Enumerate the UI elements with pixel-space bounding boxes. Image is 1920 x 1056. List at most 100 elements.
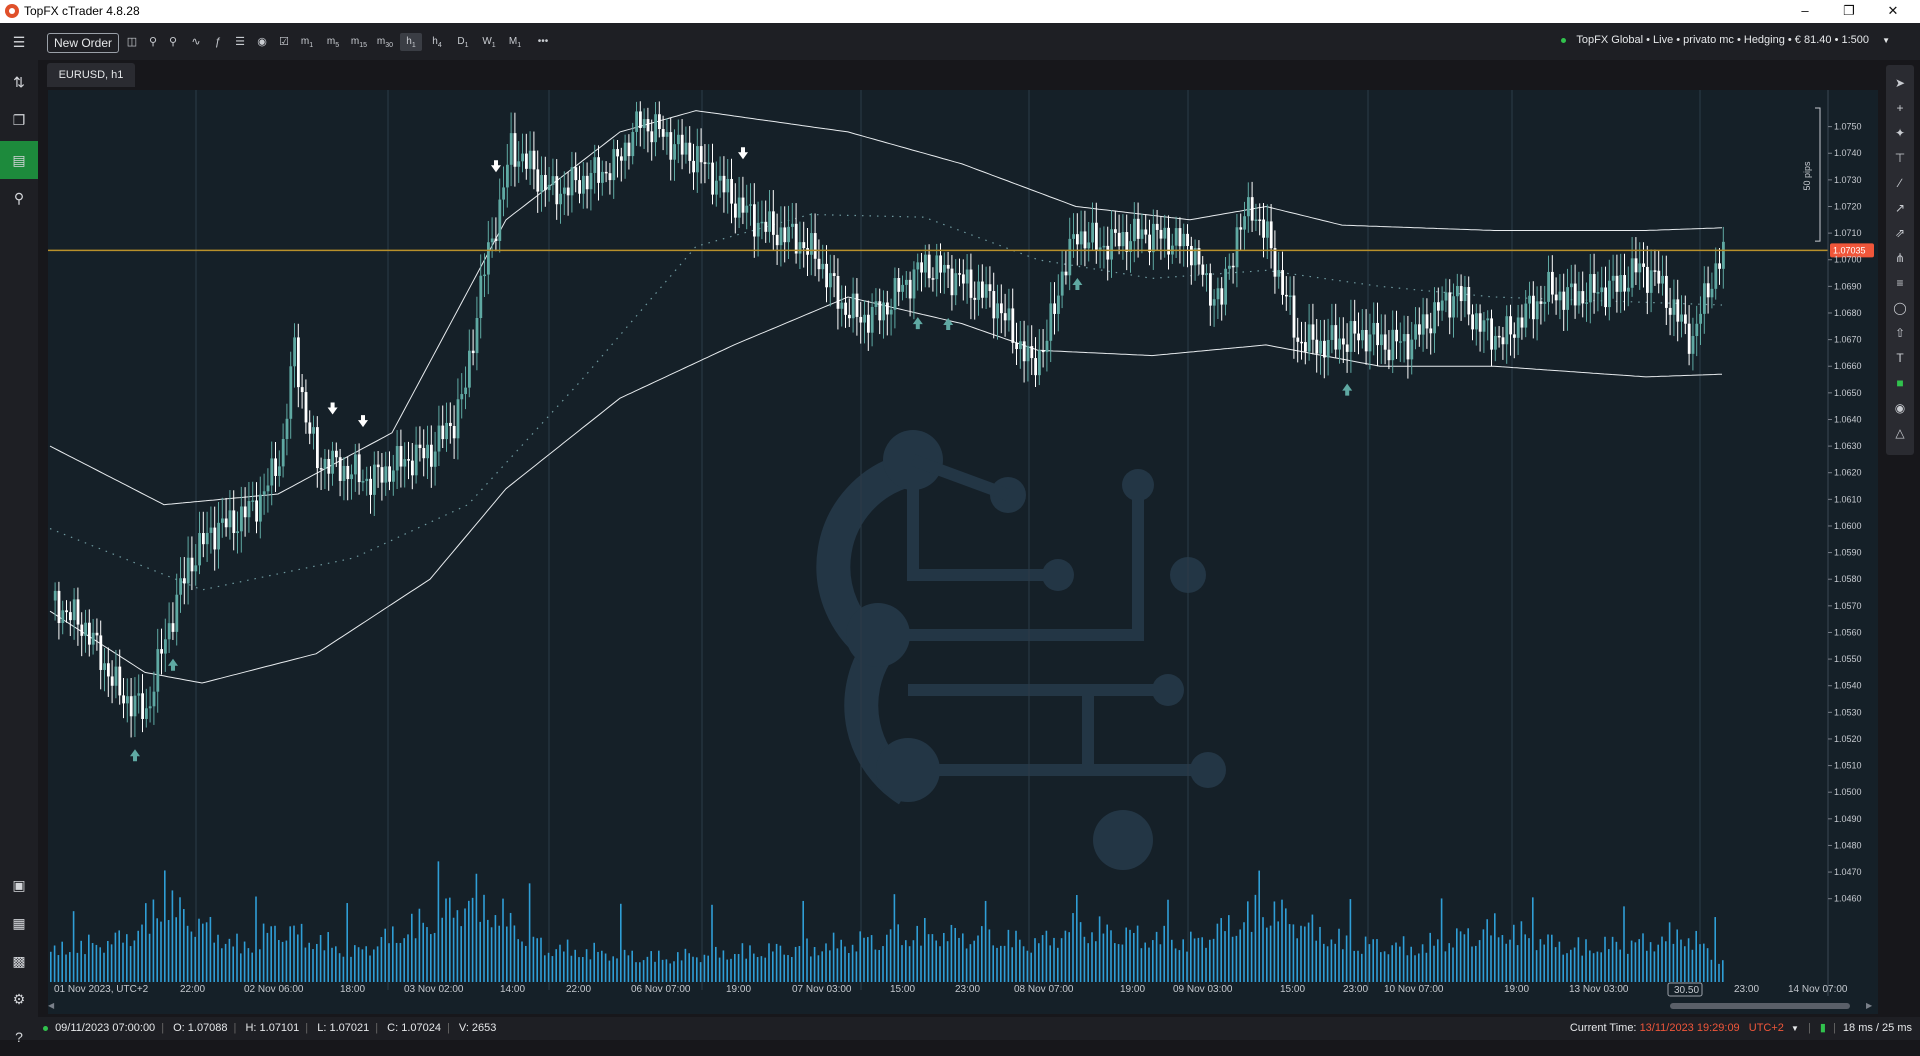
help-icon[interactable]: ?: [0, 1018, 38, 1056]
scroll-left-icon[interactable]: ◀: [48, 1000, 54, 1012]
channel-icon[interactable]: ⇗: [1886, 221, 1914, 246]
alert-bell-icon[interactable]: △: [1886, 421, 1914, 446]
scroll-right-icon[interactable]: ▶: [1866, 1000, 1872, 1012]
candle-body: [1011, 308, 1015, 343]
timeframe-m15[interactable]: m15: [348, 33, 370, 51]
candle-body: [179, 578, 182, 595]
bollinger-bands: [49, 110, 1723, 684]
candle-body: [669, 132, 673, 160]
candle-body: [1440, 300, 1444, 311]
indicators-icon[interactable]: ƒ: [210, 34, 226, 50]
price-tick-label: 1.0510: [1834, 761, 1862, 771]
camera-icon[interactable]: ◉: [1886, 396, 1914, 421]
measure-bracket: [1815, 107, 1821, 242]
volume-bar: [635, 962, 637, 982]
time-axis[interactable]: 01 Nov 2023, UTC+2 22:00 02 Nov 06:00 18:00…: [54, 982, 1848, 997]
candle-body: [483, 274, 486, 277]
chevron-down-icon[interactable]: ▼: [1791, 1024, 1799, 1033]
chevron-down-icon[interactable]: ▼: [1882, 36, 1890, 45]
candle-body: [1471, 314, 1474, 330]
timeframe-d1[interactable]: D1: [452, 33, 474, 51]
chart-type-icon[interactable]: ∿: [188, 34, 204, 50]
candle-body: [848, 314, 851, 319]
maximize-button[interactable]: ❐: [1826, 0, 1872, 23]
chart-area[interactable]: 1.07035 1.0750 1.0740 1.0730 1.0720 1.0710 1.…: [48, 90, 1878, 1014]
zoom-in-icon[interactable]: ⚲: [146, 34, 160, 50]
timeframe-w1[interactable]: W1: [478, 33, 500, 51]
candle-body: [323, 458, 327, 469]
menu-icon[interactable]: ☰: [0, 23, 38, 61]
price-chart[interactable]: 1.07035 1.07501.07401.07301.07201.07101.…: [48, 90, 1878, 1014]
volume-bar: [312, 949, 314, 982]
candle-body: [335, 450, 338, 458]
timeframe-m5[interactable]: m5: [322, 33, 344, 51]
ray-icon[interactable]: ↗: [1886, 196, 1914, 221]
candle-body: [384, 466, 388, 483]
candle-body: [1368, 334, 1372, 352]
scroll-thumb[interactable]: [1670, 1003, 1850, 1009]
ellipse-icon[interactable]: ◯: [1886, 296, 1914, 321]
candle-body: [825, 263, 828, 288]
candle-body: [487, 242, 490, 275]
candle-body: [1015, 342, 1018, 350]
price-marker-icon[interactable]: ⊤: [1886, 146, 1914, 171]
price-axis[interactable]: 1.0750 1.0740 1.0730 1.0720 1.0710 1.0700 1.06…: [1827, 90, 1862, 996]
eye-icon[interactable]: ◉: [254, 34, 270, 50]
pitchfork-icon[interactable]: ⋔: [1886, 246, 1914, 271]
volume-bar: [1266, 927, 1268, 982]
layers-icon[interactable]: ☰: [232, 34, 248, 50]
timeframe-h1[interactable]: h1: [400, 33, 422, 51]
chart-scrollbar[interactable]: ◀ ▶: [48, 1000, 1878, 1012]
arrow-icon[interactable]: ⇧: [1886, 321, 1914, 346]
crosshair-icon[interactable]: +: [1886, 96, 1914, 121]
candle-body: [1687, 323, 1691, 354]
candle-body: [1250, 197, 1254, 221]
candle-body: [186, 557, 190, 584]
volume-bar: [338, 953, 341, 982]
time-tick-label: 19:00: [1504, 984, 1529, 995]
timeframe-h4[interactable]: h4: [426, 33, 448, 51]
briefcase-icon[interactable]: ▣: [0, 866, 38, 904]
volume-bar: [878, 950, 880, 982]
volume-bar: [289, 926, 291, 982]
gear-icon[interactable]: ⚙: [0, 980, 38, 1018]
volume-bar: [346, 903, 348, 982]
layout-icon[interactable]: ◫: [124, 34, 140, 50]
more-options-icon[interactable]: •••: [530, 33, 556, 51]
copy-icon[interactable]: ❐: [0, 101, 38, 139]
tab-eurusd-h1[interactable]: EURUSD, h1: [47, 63, 135, 87]
new-order-button[interactable]: New Order: [47, 33, 120, 53]
charts-icon[interactable]: ▤: [0, 141, 38, 179]
timezone-selector[interactable]: UTC+2: [1749, 1022, 1784, 1034]
close-button[interactable]: ✕: [1870, 0, 1916, 23]
text-icon[interactable]: T: [1886, 346, 1914, 371]
template-icon[interactable]: ☑: [276, 34, 292, 50]
pointer-icon[interactable]: ✦: [1886, 121, 1914, 146]
timeframe-m1[interactable]: m1: [296, 33, 318, 51]
candle-body: [783, 227, 787, 243]
store-icon[interactable]: ▦: [0, 904, 38, 942]
candle-body: [376, 464, 380, 468]
minimize-button[interactable]: –: [1782, 0, 1828, 23]
color-picker-icon[interactable]: ■: [1886, 371, 1914, 396]
timeframe-m30[interactable]: m30: [374, 33, 396, 51]
volume-bar: [1543, 944, 1545, 982]
trend-line-icon[interactable]: ∕: [1886, 171, 1914, 196]
volume-bar: [1315, 940, 1317, 982]
account-info[interactable]: TopFX Global • Live • privato mc • Hedgi…: [1561, 34, 1890, 46]
candle-body: [1091, 222, 1094, 243]
trade-icon[interactable]: ⇅: [0, 63, 38, 101]
volume-bar: [1326, 946, 1329, 982]
candle-body: [1494, 335, 1497, 350]
cursor-icon[interactable]: ➤: [1886, 71, 1914, 96]
candle-body: [1296, 337, 1300, 342]
fibonacci-icon[interactable]: ≡: [1886, 271, 1914, 296]
candle-body: [395, 446, 399, 471]
timeframe-mn1[interactable]: M1: [504, 33, 526, 51]
zoom-out-icon[interactable]: ⚲: [166, 34, 180, 50]
candle-body: [509, 133, 513, 165]
wallet-icon[interactable]: ▩: [0, 942, 38, 980]
analyze-icon[interactable]: ⚲: [0, 179, 38, 217]
sell-signal-arrow: [358, 415, 368, 428]
candle-body: [1581, 291, 1585, 304]
